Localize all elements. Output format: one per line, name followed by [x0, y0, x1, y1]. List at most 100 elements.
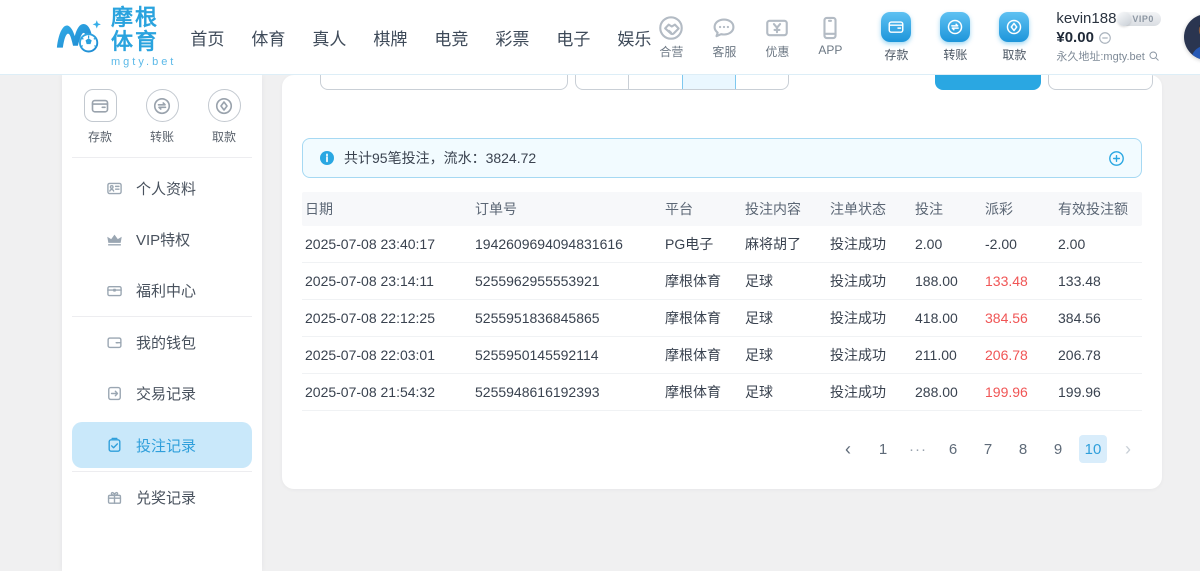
cell-payout: 206.78	[985, 347, 1058, 363]
cell-platform: 摩根体育	[665, 382, 745, 402]
pagination-page-9[interactable]: 9	[1044, 435, 1072, 463]
date-shortcut-segments	[575, 75, 789, 90]
cell-bet-content: 足球	[745, 382, 830, 402]
nav-item-4[interactable]: 棋牌	[373, 25, 407, 50]
crown-icon	[106, 231, 123, 248]
withdraw-icon	[1005, 18, 1023, 36]
info-icon	[319, 150, 335, 166]
sidebar-item-label: 交易记录	[136, 383, 196, 404]
segment-option-1[interactable]	[576, 75, 628, 89]
nav-item-8[interactable]: 娱乐	[617, 25, 651, 50]
sidebar-quick-label: 存款	[88, 128, 112, 145]
cell-order-no: 5255951836845865	[475, 310, 665, 326]
logo-icon	[54, 14, 104, 60]
pagination-page-6[interactable]: 6	[939, 435, 967, 463]
header-link-support[interactable]: 客服	[704, 15, 744, 60]
pagination-prev[interactable]: ‹	[834, 435, 862, 463]
header-wallet-actions: 存款转账 取款	[874, 12, 1036, 63]
sidebar-item-bet-records[interactable]: 投注记录	[72, 422, 252, 468]
filters-row	[302, 75, 1142, 91]
cell-valid-bet-amount: 206.78	[1058, 347, 1142, 363]
vip-badge[interactable]: VIP0	[1120, 12, 1161, 26]
header-action-label: 转账	[943, 46, 967, 63]
sidebar-item-label: 兑奖记录	[136, 487, 196, 508]
sidebar-item-wallet[interactable]: 我的钱包	[72, 317, 252, 368]
prize-icon	[106, 489, 123, 506]
column-header-3: 平台	[665, 199, 745, 219]
column-header-5: 注单状态	[830, 199, 915, 219]
pagination-page-1[interactable]: 1	[869, 435, 897, 463]
segment-option-4[interactable]	[735, 75, 788, 89]
nav-item-5[interactable]: 电竞	[434, 25, 468, 50]
sidebar: 存款 转账取款 个人资料VIP特权福利中心我的钱包交易记录投注记录兑奖记录	[62, 75, 262, 571]
header-action-deposit[interactable]: 存款	[874, 12, 918, 63]
date-range-input[interactable]	[320, 75, 568, 90]
nav-item-2[interactable]: 体育	[251, 25, 285, 50]
pagination-page-10[interactable]: 10	[1079, 435, 1107, 463]
deposit-tile	[881, 12, 911, 42]
reset-button[interactable]	[1048, 75, 1153, 90]
cell-order-status: 投注成功	[830, 271, 915, 291]
table-row: 2025-07-08 22:03:015255950145592114摩根体育足…	[302, 337, 1142, 374]
vip-medal-icon	[1117, 12, 1131, 26]
pagination-ellipsis[interactable]: ···	[904, 435, 932, 463]
segment-option-3-selected[interactable]	[682, 75, 735, 89]
cell-payout: -2.00	[985, 236, 1058, 252]
nav-item-3[interactable]: 真人	[312, 25, 346, 50]
cell-bet-amount: 418.00	[915, 310, 985, 326]
sidebar-item-vip[interactable]: VIP特权	[72, 214, 252, 265]
cell-valid-bet-amount: 384.56	[1058, 310, 1142, 326]
nav-item-1[interactable]: 首页	[190, 25, 224, 50]
cell-payout: 133.48	[985, 273, 1058, 289]
benefits-icon	[106, 282, 123, 299]
sidebar-quick-deposit[interactable]: 存款	[77, 89, 123, 145]
nav-item-7[interactable]: 电子	[556, 25, 590, 50]
top-header: 摩根体育 mgty.bet 首页 体育 真人 棋牌 电竞 彩票 电子 娱乐 合营客服 优惠 APP…	[0, 0, 1200, 75]
cell-date: 2025-07-08 21:54:32	[305, 384, 475, 400]
toggle-balance-icon[interactable]	[1098, 31, 1112, 45]
handshake-icon	[658, 15, 684, 41]
sidebar-item-label: 福利中心	[136, 280, 196, 301]
avatar[interactable]	[1184, 14, 1200, 60]
pagination-page-8[interactable]: 8	[1009, 435, 1037, 463]
site-subtitle: mgty.bet	[111, 56, 176, 68]
plus-circle-icon[interactable]	[1108, 150, 1125, 167]
column-header-8: 有效投注额	[1058, 199, 1142, 219]
header-action-withdraw[interactable]: 取款	[992, 12, 1036, 63]
pagination-page-7[interactable]: 7	[974, 435, 1002, 463]
transfer-icon	[946, 18, 964, 36]
sidebar-quick-withdraw[interactable]: 取款	[201, 89, 247, 145]
cell-bet-content: 足球	[745, 345, 830, 365]
cell-order-no: 5255948616192393	[475, 384, 665, 400]
cell-bet-amount: 2.00	[915, 236, 985, 252]
sidebar-item-label: 我的钱包	[136, 332, 196, 353]
search-icon[interactable]	[1148, 50, 1160, 62]
sidebar-item-transactions[interactable]: 交易记录	[72, 368, 252, 419]
cell-platform: PG电子	[665, 234, 745, 254]
pagination-next[interactable]: ›	[1114, 435, 1142, 463]
sidebar-quick-actions: 存款 转账取款	[62, 75, 262, 157]
balance-amount: ¥0.00	[1056, 29, 1094, 46]
site-title: 摩根体育	[111, 6, 176, 54]
username: kevin188	[1056, 10, 1116, 27]
header-action-label: 取款	[1002, 46, 1026, 63]
main-nav: 首页 体育 真人 棋牌 电竞 彩票 电子 娱乐	[190, 25, 651, 50]
sidebar-quick-transfer[interactable]: 转账	[139, 89, 185, 145]
sidebar-item-prize-records[interactable]: 兑奖记录	[72, 472, 252, 523]
segment-option-2[interactable]	[628, 75, 681, 89]
site-logo[interactable]: 摩根体育 mgty.bet	[54, 6, 176, 68]
sidebar-item-benefits[interactable]: 福利中心	[72, 265, 252, 316]
header-link-partnership[interactable]: 合营	[651, 15, 691, 60]
vip-level-label: VIP0	[1132, 14, 1154, 24]
wallet-icon	[106, 334, 123, 351]
nav-item-6[interactable]: 彩票	[495, 25, 529, 50]
header-link-label: 客服	[712, 43, 736, 60]
header-link-label: 优惠	[765, 43, 789, 60]
header-action-transfer[interactable]: 转账	[933, 12, 977, 63]
search-button[interactable]	[935, 75, 1041, 90]
sidebar-item-profile[interactable]: 个人资料	[72, 163, 252, 214]
coupon-icon	[764, 15, 790, 41]
header-link-promotions[interactable]: 优惠	[757, 15, 797, 60]
deposit-icon	[84, 89, 117, 122]
header-link-app[interactable]: APP	[810, 15, 850, 60]
